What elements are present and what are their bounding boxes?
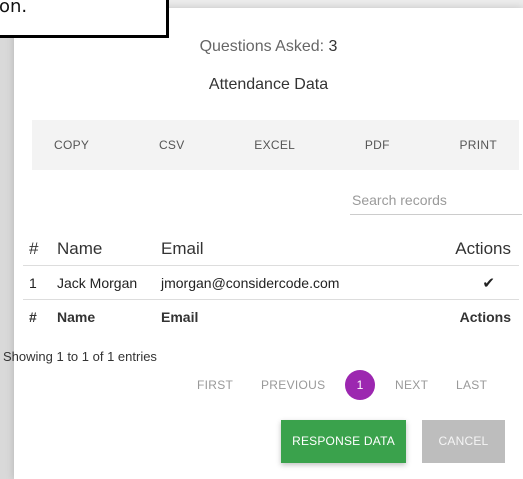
entries-info: Showing 1 to 1 of 1 entries [3,349,157,364]
row-actions: ✔ [421,265,519,300]
search-input[interactable] [350,186,522,215]
col-header-name[interactable]: Name [51,233,155,266]
export-toolbar: COPY CSV EXCEL PDF PRINT [32,120,519,170]
questions-asked-count: 3 [328,38,338,55]
attendance-modal: Questions Asked: 3 Attendance Data COPY … [3,8,523,479]
col-header-email[interactable]: Email [155,233,422,266]
col-header-actions[interactable]: Actions [421,233,519,266]
footer-name: Name [57,309,96,325]
background-strip [0,0,14,479]
callout-text: on. [0,0,28,17]
footer-number: # [29,309,37,325]
csv-button[interactable]: CSV [159,138,185,152]
next-page-link[interactable]: NEXT [395,378,428,392]
print-button[interactable]: PRINT [460,138,498,152]
col-header-number[interactable]: # [23,233,51,266]
footer-actions: Actions [459,309,511,325]
row-email: jmorgan@considercode.com [155,265,422,300]
questions-asked-label: Questions Asked: [199,38,325,55]
previous-page-link[interactable]: PREVIOUS [261,378,325,392]
pdf-button[interactable]: PDF [365,138,390,152]
row-number: 1 [23,265,51,300]
attendance-table: # Name Email Actions 1 Jack Morgan jmorg… [23,233,519,334]
table-row: 1 Jack Morgan jmorgan@considercode.com ✔ [23,265,519,300]
current-page-button[interactable]: 1 [345,370,375,400]
pagination: FIRST PREVIOUS 1 NEXT LAST [14,370,523,400]
check-icon[interactable]: ✔ [482,274,511,292]
first-page-link[interactable]: FIRST [197,378,233,392]
row-name: Jack Morgan [51,265,155,300]
table-header-row: # Name Email Actions [23,233,519,266]
table-footer-row: # Name Email Actions [23,300,519,335]
questions-asked: Questions Asked: 3 [14,38,523,56]
copy-button[interactable]: COPY [54,138,89,152]
footer-email: Email [161,309,199,325]
modal-title: Attendance Data [208,76,329,93]
instruction-callout: on. [0,0,169,38]
excel-button[interactable]: EXCEL [254,138,295,152]
last-page-link[interactable]: LAST [456,378,487,392]
cancel-button[interactable]: CANCEL [422,420,505,463]
response-data-button[interactable]: RESPONSE DATA [281,420,406,463]
